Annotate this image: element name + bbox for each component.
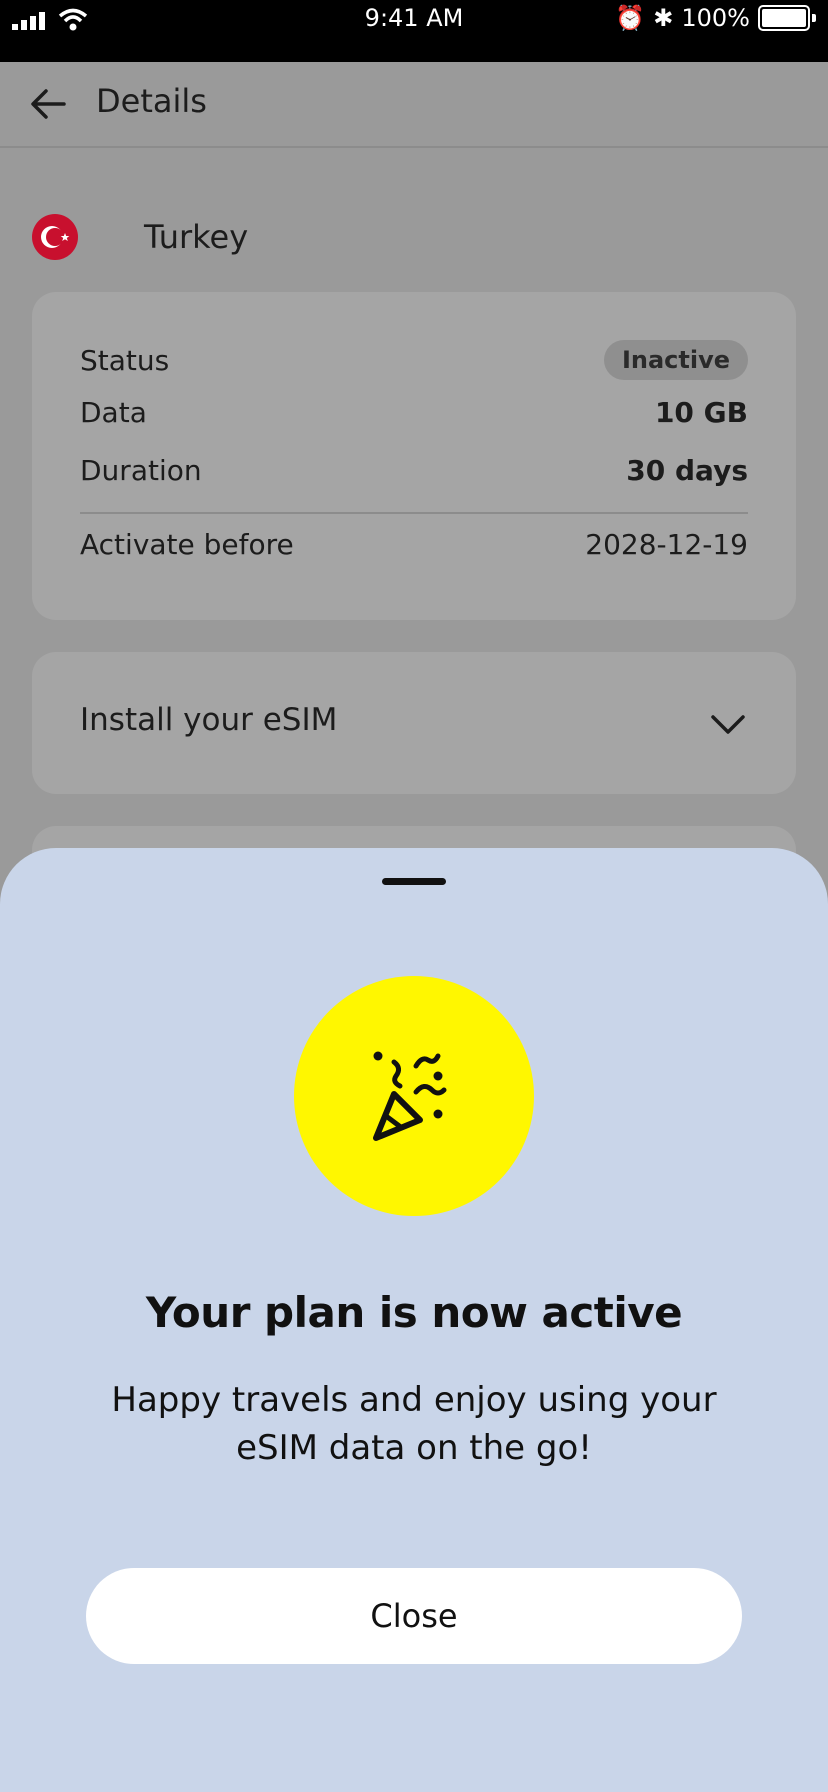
status-label: Status (80, 343, 170, 377)
status-badge: Inactive (603, 340, 748, 380)
bluetooth-icon: ✱ (653, 4, 674, 32)
divider (80, 512, 748, 514)
country-row: Turkey (32, 212, 248, 262)
back-arrow-icon[interactable] (28, 84, 68, 124)
install-esim-accordion[interactable]: Install your eSIM (32, 652, 796, 794)
activate-before-label: Activate before (80, 528, 294, 561)
duration-value: 30 days (626, 454, 748, 487)
page-title: Details (96, 82, 207, 120)
plan-active-bottom-sheet: Your plan is now active Happy travels an… (0, 848, 828, 1792)
country-name: Turkey (144, 218, 249, 256)
battery-percent: 100% (681, 4, 750, 32)
plan-details-card: Status Inactive Data 10 GB Duration 30 d… (32, 292, 796, 620)
celebration-badge (294, 976, 534, 1216)
sheet-message: Happy travels and enjoy using your eSIM … (111, 1380, 717, 1468)
turkey-flag-icon (32, 214, 78, 260)
activate-before-value: 2028-12-19 (585, 528, 748, 561)
header: Details (0, 62, 828, 148)
chevron-down-icon (711, 715, 745, 734)
close-button[interactable]: Close (86, 1568, 742, 1664)
duration-label: Duration (80, 454, 202, 487)
battery-icon (758, 5, 810, 31)
data-value: 10 GB (654, 396, 748, 429)
install-esim-label: Install your eSIM (80, 702, 338, 738)
sheet-title: Your plan is now active (145, 1288, 683, 1337)
party-popper-icon (373, 1051, 447, 1141)
sheet-drag-handle[interactable] (382, 878, 446, 885)
data-label: Data (80, 396, 147, 429)
status-bar: 9:41 AM ⏰ ✱ 100% (0, 0, 828, 62)
alarm-icon: ⏰ (615, 4, 646, 32)
